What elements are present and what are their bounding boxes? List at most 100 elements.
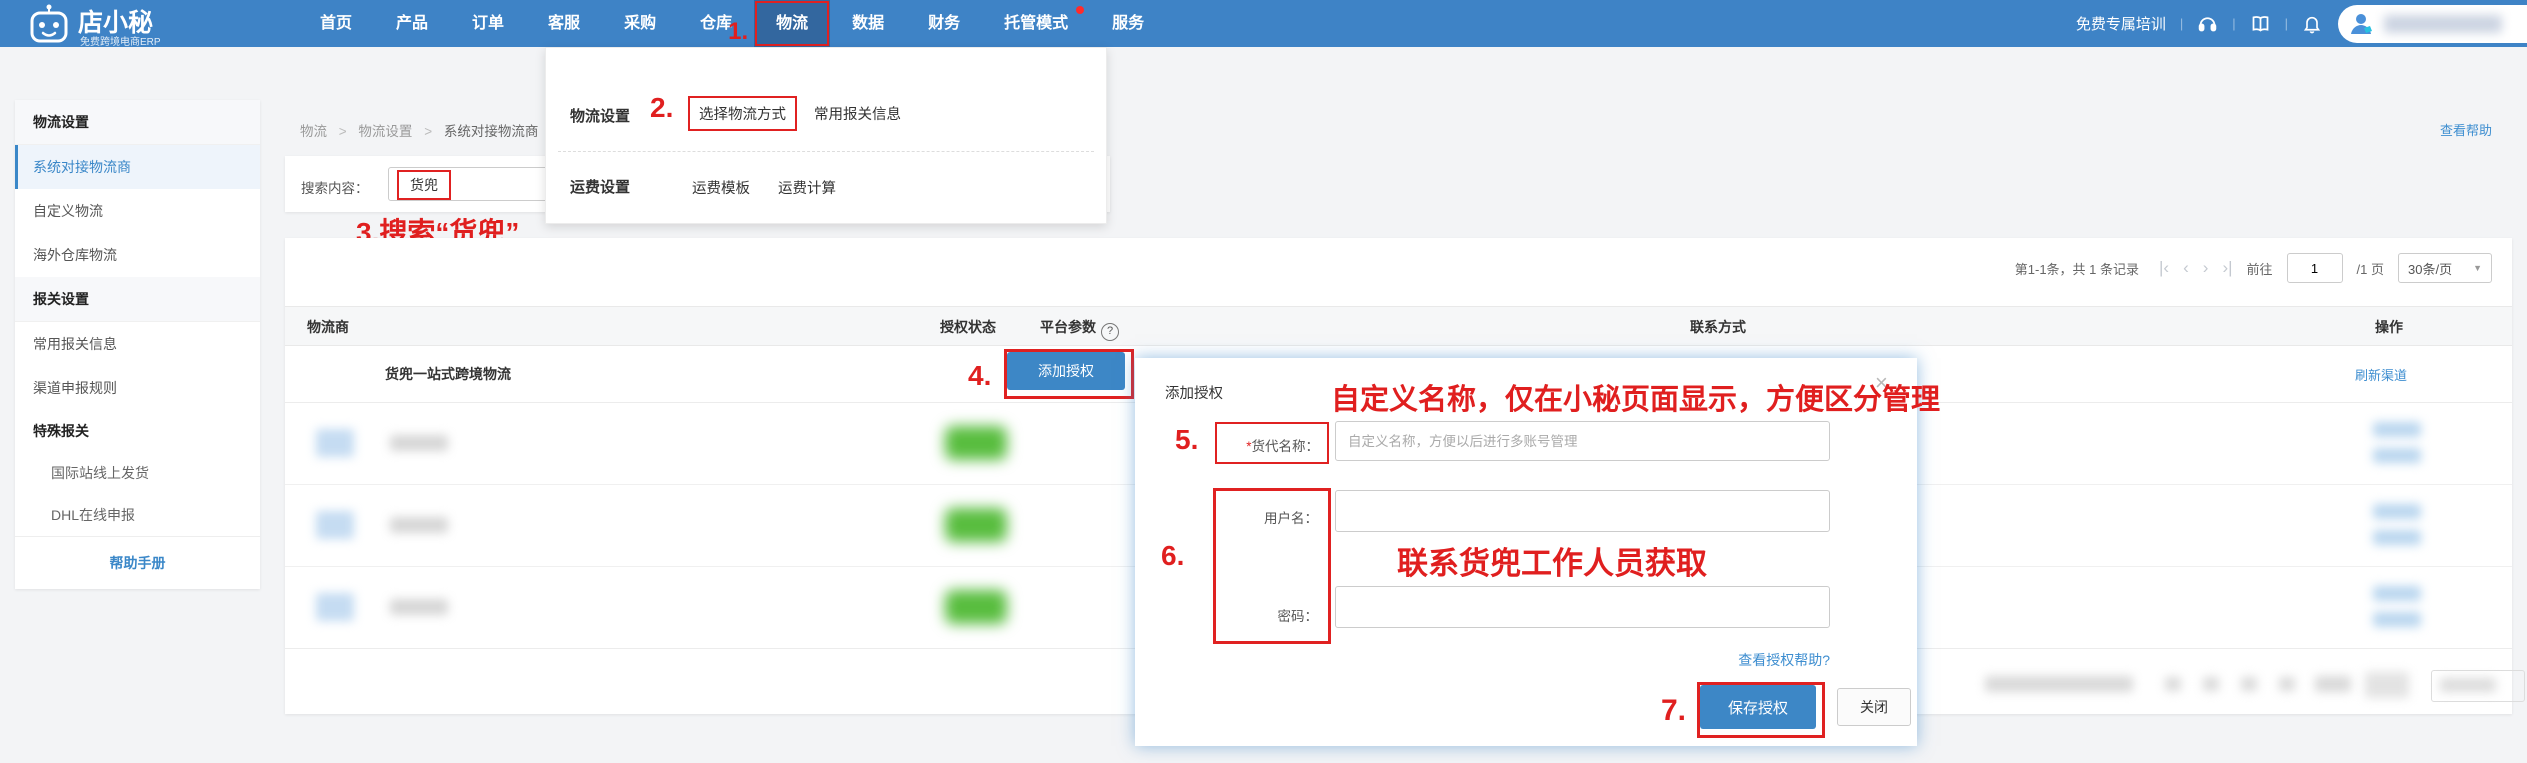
training-link[interactable]: 免费专属培训 — [2076, 13, 2166, 34]
nav-item-orders[interactable]: 订单 — [450, 0, 526, 47]
next-page-icon[interactable]: › — [2203, 253, 2209, 283]
auth-status-badge-blurred — [945, 426, 1007, 460]
nav-item-services[interactable]: 服务 — [1090, 0, 1166, 47]
nav-item-finance[interactable]: 财务 — [906, 0, 982, 47]
save-auth-button-highlight: 保存授权 — [1697, 682, 1825, 738]
col-header-platform-params: 平台参数? — [1040, 317, 1119, 341]
username-label: 用户名： — [1264, 507, 1318, 527]
action-link-blurred — [2373, 422, 2421, 437]
pagination-summary-blurred — [1985, 676, 2133, 692]
dropdown-divider — [558, 151, 1094, 152]
sidebar-item-intl-online-shipping[interactable]: 国际站线上发货 — [15, 452, 260, 494]
top-nav: 店小秘 免费跨境电商ERP 首页 产品 订单 客服 采购 仓库 1. 物流 数据… — [0, 0, 2527, 47]
col-header-provider: 物流商 — [307, 317, 349, 337]
sidebar-item-channel-declare-rules[interactable]: 渠道申报规则 — [15, 366, 260, 410]
user-account-chip[interactable] — [2338, 5, 2527, 43]
nav-right-group: 免费专属培训 | | | — [2076, 0, 2527, 47]
pagination-top: 第1-1条，共 1 条记录 |‹ ‹ › ›| 前往 /1 页 30条/页 ▼ — [2015, 252, 2492, 284]
nav-item-products[interactable]: 产品 — [374, 0, 450, 47]
page-size-select[interactable]: 30条/页 ▼ — [2398, 253, 2492, 283]
refresh-channel-link[interactable]: 刷新渠道 — [2355, 365, 2407, 384]
user-name-blurred — [2384, 15, 2502, 33]
add-auth-button[interactable]: 添加授权 — [1007, 352, 1125, 390]
provider-name-blurred — [390, 517, 448, 533]
modal-close-button[interactable]: 关闭 — [1837, 688, 1911, 726]
save-auth-button[interactable]: 保存授权 — [1700, 685, 1816, 729]
goto-label-blurred — [2315, 676, 2351, 692]
dropdown-group-logistics-settings: 物流设置 — [570, 105, 630, 126]
notification-dot — [1076, 6, 1084, 14]
nav-item-hosting[interactable]: 托管模式 — [982, 0, 1090, 47]
breadcrumb-logistics[interactable]: 物流 — [300, 124, 327, 139]
pagination-summary: 第1-1条，共 1 条记录 — [2015, 259, 2139, 278]
freight-name-label-highlight: *货代名称： — [1215, 422, 1329, 464]
dropdown-link-select-logistics-method[interactable]: 选择物流方式 — [688, 96, 797, 131]
sidebar-item-dhl-online-declare[interactable]: DHL在线申报 — [15, 494, 260, 536]
user-avatar-icon — [2348, 10, 2376, 38]
nav-item-logistics[interactable]: 1. 物流 — [754, 0, 830, 47]
action-link-blurred — [2373, 448, 2421, 463]
manual-book-icon[interactable] — [2250, 13, 2271, 34]
app-logo-robot-icon — [28, 4, 72, 44]
breadcrumb: 物流 > 物流设置 > 系统对接物流商 — [300, 120, 538, 140]
nav-item-purchase[interactable]: 采购 — [602, 0, 678, 47]
screen: 店小秘 免费跨境电商ERP 首页 产品 订单 客服 采购 仓库 1. 物流 数据… — [0, 0, 2527, 763]
prev-page-icon[interactable]: ‹ — [2183, 253, 2189, 283]
provider-logo-blurred — [316, 593, 354, 621]
auth-status-badge-blurred — [945, 508, 1007, 542]
sidebar-item-overseas-warehouse[interactable]: 海外仓库物流 — [15, 233, 260, 277]
sidebar-section-logistics-settings: 物流设置 — [15, 100, 260, 145]
chevron-down-icon: ▼ — [2473, 263, 2482, 273]
dropdown-link-freight-template[interactable]: 运费模板 — [692, 177, 750, 198]
nav-item-home[interactable]: 首页 — [298, 0, 374, 47]
goto-label: 前往 — [2247, 259, 2273, 278]
nav-item-service[interactable]: 客服 — [526, 0, 602, 47]
view-auth-help-link[interactable]: 查看授权帮助? — [1695, 650, 1830, 670]
dropdown-link-common-customs-info[interactable]: 常用报关信息 — [814, 103, 901, 124]
sidebar-help-manual-link[interactable]: 帮助手册 — [15, 536, 260, 589]
col-header-contact: 联系方式 — [1690, 317, 1746, 337]
headset-icon[interactable] — [2197, 13, 2218, 34]
provider-name: 货兜一站式跨境物流 — [385, 364, 511, 384]
password-label: 密码： — [1278, 605, 1319, 625]
action-link-blurred — [2373, 612, 2421, 627]
auth-status-badge-blurred — [945, 590, 1007, 624]
modal-title: 添加授权 — [1165, 382, 1223, 403]
sidebar-item-custom-logistics[interactable]: 自定义物流 — [15, 189, 260, 233]
search-label: 搜索内容： — [301, 177, 369, 197]
table-header-row: 物流商 授权状态 平台参数? 联系方式 操作 — [285, 306, 2512, 346]
view-help-link[interactable]: 查看帮助 — [2440, 120, 2492, 139]
pager-icon-blurred — [2203, 677, 2219, 691]
action-link-blurred — [2373, 586, 2421, 601]
dropdown-link-freight-calc[interactable]: 运费计算 — [778, 177, 836, 198]
password-input[interactable] — [1335, 586, 1830, 628]
annotation-step-5: 5. — [1175, 424, 1198, 456]
page-size-select-blurred — [2431, 670, 2525, 702]
bell-icon[interactable] — [2302, 13, 2322, 34]
annotation-contact-note: 联系货兜工作人员获取 — [1397, 538, 1707, 583]
breadcrumb-logistics-settings[interactable]: 物流设置 — [358, 124, 412, 139]
last-page-icon[interactable]: ›| — [2222, 253, 2232, 283]
credentials-labels-highlight: 用户名： 密码： — [1213, 488, 1331, 644]
nav-item-data[interactable]: 数据 — [830, 0, 906, 47]
page-input-blurred — [2365, 672, 2409, 698]
help-circle-icon[interactable]: ? — [1101, 323, 1119, 341]
pager-icon-blurred — [2241, 677, 2257, 691]
sidebar-section-customs-settings: 报关设置 — [15, 277, 260, 322]
sidebar-item-common-customs-info[interactable]: 常用报关信息 — [15, 322, 260, 366]
provider-logo-blurred — [316, 511, 354, 539]
username-input[interactable] — [1335, 490, 1830, 532]
dropdown-group-freight-settings: 运费设置 — [570, 176, 630, 197]
freight-name-label: *货代名称： — [1246, 435, 1319, 455]
first-page-icon[interactable]: |‹ — [2159, 253, 2169, 283]
annotation-step-7: 7. — [1661, 694, 1686, 728]
sidebar-subheader-special-customs: 特殊报关 — [15, 410, 260, 452]
breadcrumb-current: 系统对接物流商 — [444, 124, 539, 139]
sidebar-item-system-providers[interactable]: 系统对接物流商 — [15, 145, 260, 189]
main-nav: 首页 产品 订单 客服 采购 仓库 1. 物流 数据 财务 托管模式 服务 — [298, 0, 1166, 47]
freight-name-input[interactable] — [1335, 421, 1830, 461]
annotation-step-4: 4. — [968, 360, 991, 392]
col-header-auth-status: 授权状态 — [940, 317, 996, 337]
provider-name-blurred — [390, 435, 448, 451]
page-number-input[interactable] — [2287, 253, 2343, 283]
